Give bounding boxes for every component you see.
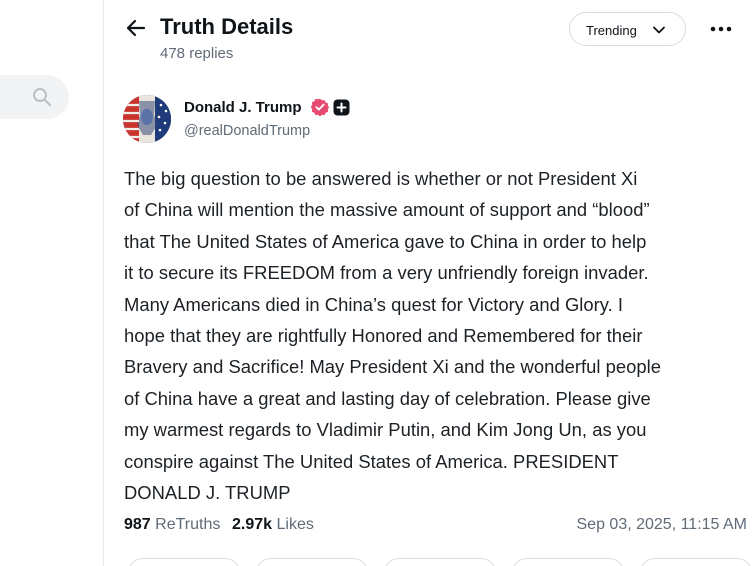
post: Donald J. Trump @realDonaldTrump The big… bbox=[105, 84, 753, 566]
post-timestamp: Sep 03, 2025, 11:15 AM bbox=[576, 516, 748, 533]
like-button[interactable] bbox=[384, 558, 496, 566]
share-button[interactable] bbox=[512, 558, 624, 566]
post-body: The big question to be answered is wheth… bbox=[124, 168, 661, 504]
reply-count: 478 replies bbox=[160, 45, 234, 62]
page-header: Truth Details 478 replies Trending bbox=[105, 0, 753, 84]
search-icon bbox=[33, 88, 51, 106]
retruth-button[interactable] bbox=[256, 558, 368, 566]
more-actions-button[interactable] bbox=[640, 558, 752, 566]
likes-label: Likes bbox=[276, 516, 314, 533]
retruths-stat[interactable]: 987 ReTruths bbox=[124, 516, 220, 534]
reply-button[interactable] bbox=[128, 558, 240, 566]
back-arrow-icon[interactable] bbox=[124, 16, 148, 40]
likes-count: 2.97k bbox=[232, 516, 273, 533]
likes-stat[interactable]: 2.97k Likes bbox=[232, 516, 314, 534]
more-icon[interactable] bbox=[709, 20, 733, 38]
page-title: Truth Details bbox=[160, 14, 294, 39]
plus-badge-icon bbox=[333, 99, 350, 116]
chevron-down-icon bbox=[653, 26, 665, 34]
verified-icon bbox=[311, 98, 329, 116]
search-input[interactable] bbox=[0, 75, 69, 119]
action-bar bbox=[124, 558, 753, 566]
sort-dropdown-label: Trending bbox=[586, 23, 637, 38]
retruths-label: ReTruths bbox=[155, 516, 221, 533]
avatar[interactable] bbox=[123, 95, 171, 143]
retruths-count: 987 bbox=[124, 516, 151, 533]
sort-dropdown[interactable]: Trending bbox=[569, 12, 686, 46]
author-name[interactable]: Donald J. Trump bbox=[184, 99, 302, 116]
author-handle[interactable]: @realDonaldTrump bbox=[184, 123, 310, 139]
left-sidebar bbox=[0, 0, 104, 566]
